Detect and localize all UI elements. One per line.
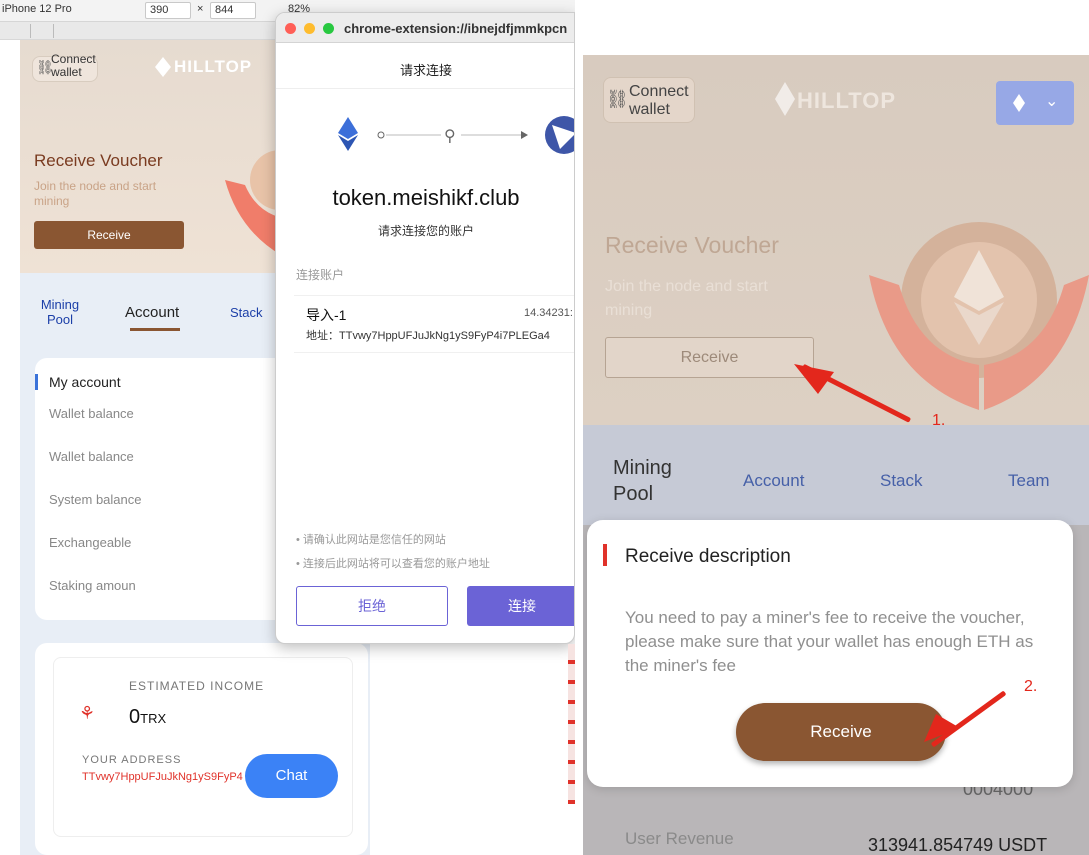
modal-marker: [603, 544, 607, 566]
connect-wallet-button[interactable]: ⛓ Connect wallet: [32, 52, 98, 82]
modal-body: You need to pay a miner's fee to receive…: [625, 608, 1034, 675]
account-title: My account: [49, 374, 121, 390]
account-row: System balance: [49, 492, 142, 507]
account-row: Wallet balance: [49, 406, 134, 421]
section-marker: [35, 374, 38, 390]
reject-button[interactable]: 拒绝: [296, 586, 448, 626]
eth-logo-icon: [775, 82, 795, 116]
eth-network-icon: [1013, 94, 1025, 112]
receive-description-modal: Receive description You need to pay a mi…: [587, 520, 1073, 787]
close-window-icon[interactable]: [285, 23, 296, 34]
note-item: • 请确认此网站是您信任的网站: [296, 534, 446, 546]
tab-active-indicator: [130, 328, 180, 331]
connected-account-row[interactable]: 导入-1 14.34231: 地址：TTvwy7HppUFJuJkNg1yS9F…: [294, 295, 574, 353]
hero-receive-button[interactable]: Receive: [34, 221, 184, 249]
user-revenue-value: 313941.854749 USDT: [868, 835, 1048, 855]
account-name: 导入-1: [306, 307, 347, 323]
extension-url: chrome-extension://ibnejdfjmmkpcn: [344, 21, 568, 36]
divider: [276, 88, 574, 89]
partial-list-edge: [568, 644, 575, 804]
account-row: Wallet balance: [49, 449, 134, 464]
tab-bar: Mining Pool Account Stack Team: [583, 425, 1089, 525]
tab-mining-pool[interactable]: Mining Pool: [613, 455, 693, 507]
hero-title: Receive Voucher: [605, 232, 779, 258]
hero-subtitle: Join the node and start mining: [34, 179, 157, 208]
height-input[interactable]: 844: [210, 2, 256, 19]
network-selector[interactable]: ⌄: [996, 81, 1074, 125]
eth-logo-icon: [155, 57, 171, 77]
hands-coin-illustration: [869, 222, 1089, 410]
tab-account[interactable]: Account: [743, 471, 804, 491]
estimated-income-card: ESTIMATED INCOME ⚘ 0TRX YOUR ADDRESS TTv…: [35, 643, 368, 855]
connect-wallet-button[interactable]: ⛓ Connect wallet: [603, 77, 695, 123]
device-label[interactable]: iPhone 12 Pro: [2, 3, 72, 15]
maximize-window-icon[interactable]: [323, 23, 334, 34]
link-icon: ⛓: [606, 89, 629, 109]
modal-receive-button[interactable]: Receive: [736, 703, 946, 761]
account-address: 地址：TTvwy7HppUFJuJkNg1yS9FyP4i7PLEGa4: [306, 330, 550, 342]
arrow-head-1-icon: [794, 364, 834, 394]
user-revenue-label: User Revenue: [625, 829, 734, 848]
tab-account[interactable]: Account: [125, 304, 179, 321]
connect-button[interactable]: 连接: [467, 586, 574, 626]
annotation-step-2: 2.: [1024, 678, 1038, 695]
income-value: 0TRX: [129, 706, 167, 728]
screenshot-composite: iPhone 12 Pro 390 × 844 82% ⛓ Connect wa…: [0, 0, 1089, 855]
wallet-extension-popup: chrome-extension://ibnejdfjmmkpcn 请求连接 ⚲…: [275, 12, 575, 644]
dimension-separator: ×: [197, 3, 204, 15]
address-value: TTvwy7HppUFJuJkNg1yS9FyP4: [82, 771, 243, 783]
connection-graphic: ⚲: [338, 116, 574, 154]
income-label: ESTIMATED INCOME: [129, 679, 265, 693]
address-label: YOUR ADDRESS: [82, 754, 182, 766]
svg-text:⚲: ⚲: [444, 126, 456, 145]
popup-titlebar: chrome-extension://ibnejdfjmmkpcn: [276, 13, 574, 43]
hero-receive-button[interactable]: Receive: [605, 337, 814, 378]
width-input[interactable]: 390: [145, 2, 191, 19]
hero-title: Receive Voucher: [34, 151, 163, 170]
popup-header: 请求连接: [399, 63, 452, 78]
tab-mining-pool[interactable]: Mining Pool: [40, 297, 80, 327]
request-text: 请求连接您的账户: [377, 224, 474, 238]
connect-wallet-label: Connect wallet: [51, 52, 96, 79]
chat-button[interactable]: Chat: [245, 754, 338, 798]
account-row: Exchangeable: [49, 535, 132, 550]
minimize-window-icon[interactable]: [304, 23, 315, 34]
account-balance: 14.34231:: [524, 307, 573, 319]
section-label: 连接账户: [296, 268, 345, 282]
annotation-step-1: 1.: [932, 412, 946, 429]
right-browser-panel: ⛓ Connect wallet HILLTOP ⌄ Receive Vouch…: [583, 55, 1089, 855]
modal-title: Receive description: [625, 546, 791, 567]
chevron-down-icon: ⌄: [1045, 93, 1059, 110]
request-site: token.meishikf.club: [332, 185, 520, 210]
hero-subtitle: Join the node and start mining: [605, 278, 768, 319]
left-browser-panel: iPhone 12 Pro 390 × 844 82% ⛓ Connect wa…: [0, 0, 575, 855]
account-row: Staking amoun: [49, 578, 136, 593]
connect-wallet-label: Connect wallet: [629, 83, 689, 118]
my-account-card: My account Wallet balance Wallet balance…: [35, 358, 295, 620]
arrow-head-2-icon: [924, 714, 960, 742]
tab-stack[interactable]: Stack: [880, 471, 923, 491]
tab-stack[interactable]: Stack: [230, 305, 263, 320]
network-icon: ⚘: [79, 703, 96, 723]
tab-team[interactable]: Team: [1008, 471, 1050, 491]
note-item: • 连接后此网站将可以查看您的账户地址: [296, 558, 490, 570]
